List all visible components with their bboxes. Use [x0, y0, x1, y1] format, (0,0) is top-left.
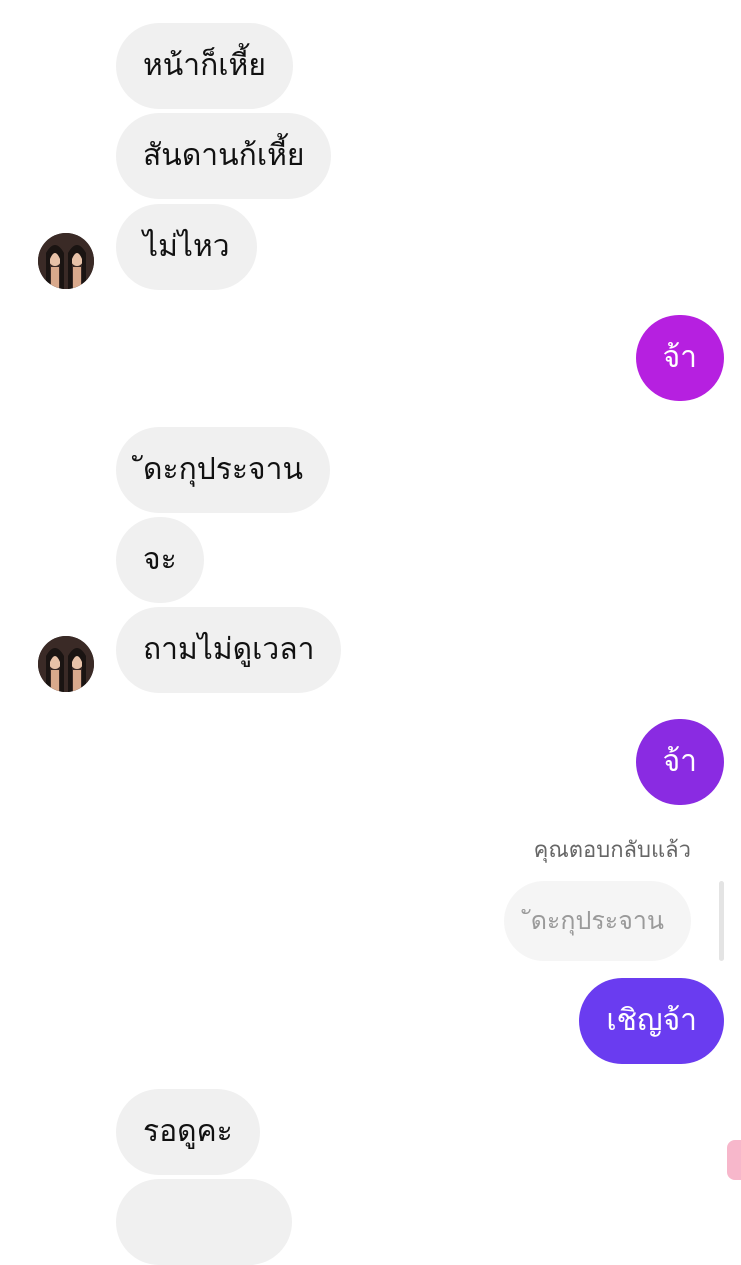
- message-text: ัดะกุประจาน: [143, 452, 303, 487]
- message-text: สันดานก้เหี้ย: [143, 138, 305, 173]
- message-text: ไม่ไหว: [143, 229, 230, 264]
- message-text: จ้า: [662, 744, 697, 779]
- quote-indicator-bar: [719, 881, 724, 961]
- message-text: ถามไม่ดูเวลา: [143, 632, 315, 667]
- outgoing-message[interactable]: จ้า: [635, 315, 724, 401]
- reply-label: คุณตอบกลับแล้ว: [533, 838, 691, 863]
- incoming-message[interactable]: ัดะกุประจาน: [116, 427, 330, 513]
- message-text: เชิญจ้า: [606, 1003, 697, 1038]
- incoming-message[interactable]: รอดูคะ: [116, 1089, 260, 1175]
- avatar-image: [38, 636, 94, 692]
- contact-avatar[interactable]: [38, 636, 94, 692]
- incoming-message[interactable]: จะ: [116, 517, 204, 603]
- edge-decoration: [727, 1140, 741, 1180]
- quoted-message[interactable]: ัดะกุประจาน: [503, 881, 691, 961]
- quoted-text: ัดะกุประจาน: [530, 906, 664, 935]
- incoming-message[interactable]: สันดานก้เหี้ย: [116, 113, 332, 199]
- message-text: จ้า: [662, 340, 697, 375]
- outgoing-message[interactable]: จ้า: [635, 719, 724, 805]
- incoming-message[interactable]: หน้าก็เหี้ย: [116, 23, 293, 109]
- incoming-message-partial[interactable]: [116, 1179, 292, 1265]
- incoming-message[interactable]: ถามไม่ดูเวลา: [116, 607, 342, 693]
- contact-avatar[interactable]: [38, 233, 94, 289]
- message-text: รอดูคะ: [143, 1114, 233, 1149]
- outgoing-message[interactable]: เชิญจ้า: [579, 978, 724, 1064]
- message-text: หน้าก็เหี้ย: [143, 48, 266, 83]
- incoming-message[interactable]: ไม่ไหว: [116, 204, 257, 290]
- message-text: จะ: [143, 542, 177, 577]
- avatar-image: [38, 233, 94, 289]
